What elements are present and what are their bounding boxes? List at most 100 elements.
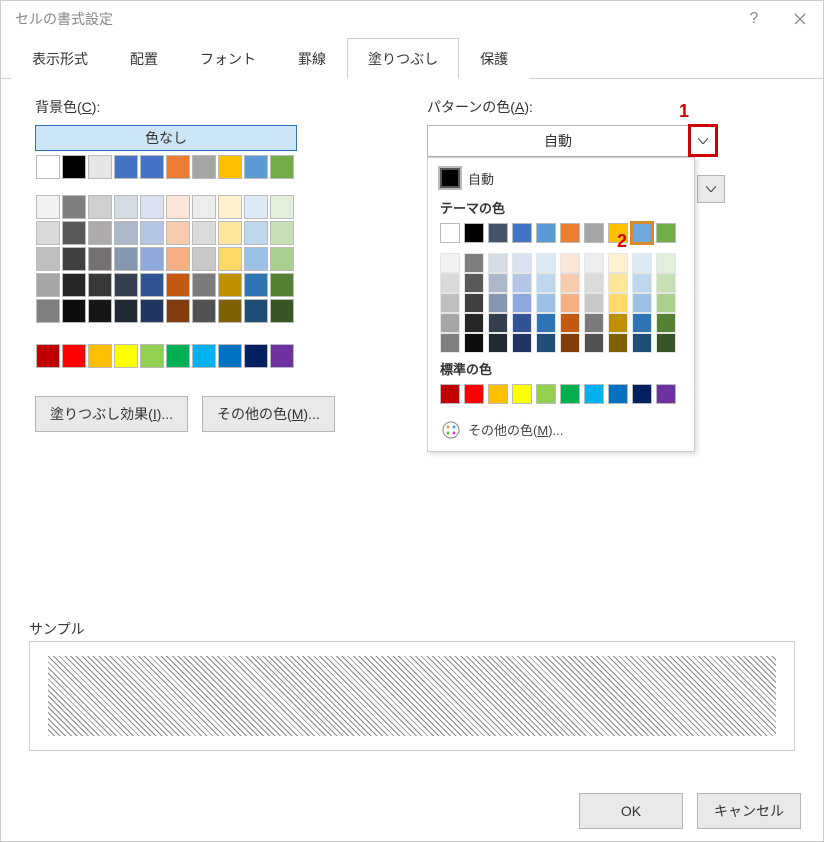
standard-color-swatch[interactable] (140, 344, 164, 368)
color-swatch[interactable] (244, 155, 268, 179)
color-swatch[interactable] (244, 247, 268, 271)
standard-color-swatch[interactable] (608, 384, 628, 404)
theme-tint-swatch[interactable] (584, 333, 604, 353)
color-swatch[interactable] (244, 273, 268, 297)
theme-tint-swatch[interactable] (560, 293, 580, 313)
color-swatch[interactable] (270, 247, 294, 271)
tab-font[interactable]: フォント (179, 38, 277, 79)
color-swatch[interactable] (192, 155, 216, 179)
color-swatch[interactable] (36, 221, 60, 245)
theme-tint-swatch[interactable] (560, 273, 580, 293)
theme-tint-swatch[interactable] (440, 253, 460, 273)
theme-color-swatch[interactable] (488, 223, 508, 243)
pattern-style-dropdown-button[interactable] (697, 175, 725, 203)
theme-tint-swatch[interactable] (488, 333, 508, 353)
color-swatch[interactable] (140, 195, 164, 219)
tab-border[interactable]: 罫線 (277, 38, 347, 79)
theme-tint-swatch[interactable] (512, 253, 532, 273)
standard-color-swatch[interactable] (114, 344, 138, 368)
theme-tint-swatch[interactable] (584, 313, 604, 333)
standard-color-swatch[interactable] (36, 344, 60, 368)
color-swatch[interactable] (244, 195, 268, 219)
color-swatch[interactable] (140, 247, 164, 271)
theme-tint-swatch[interactable] (632, 313, 652, 333)
theme-tint-swatch[interactable] (464, 273, 484, 293)
color-swatch[interactable] (62, 273, 86, 297)
tab-display[interactable]: 表示形式 (11, 38, 109, 79)
color-swatch[interactable] (218, 195, 242, 219)
theme-tint-swatch[interactable] (584, 293, 604, 313)
theme-color-swatch[interactable] (656, 223, 676, 243)
color-swatch[interactable] (270, 195, 294, 219)
standard-color-swatch[interactable] (512, 384, 532, 404)
theme-tint-swatch[interactable] (656, 253, 676, 273)
color-swatch[interactable] (36, 299, 60, 323)
standard-color-swatch[interactable] (440, 384, 460, 404)
theme-tint-swatch[interactable] (584, 253, 604, 273)
theme-tint-swatch[interactable] (632, 273, 652, 293)
theme-tint-swatch[interactable] (632, 293, 652, 313)
color-swatch[interactable] (244, 221, 268, 245)
theme-tint-swatch[interactable] (464, 293, 484, 313)
standard-color-swatch[interactable] (192, 344, 216, 368)
automatic-color-option[interactable]: 自動 (440, 168, 682, 188)
color-swatch[interactable] (140, 221, 164, 245)
color-swatch[interactable] (114, 299, 138, 323)
theme-tint-swatch[interactable] (512, 293, 532, 313)
theme-color-swatch[interactable] (608, 223, 628, 243)
theme-tint-swatch[interactable] (560, 253, 580, 273)
theme-color-swatch[interactable] (464, 223, 484, 243)
more-colors-button[interactable]: その他の色(M)... (202, 396, 335, 432)
theme-tint-swatch[interactable] (440, 333, 460, 353)
theme-tint-swatch[interactable] (512, 333, 532, 353)
pattern-color-dropdown-button[interactable] (688, 126, 716, 156)
pattern-color-select[interactable]: 自動 (427, 125, 717, 157)
theme-tint-swatch[interactable] (608, 293, 628, 313)
theme-tint-swatch[interactable] (512, 273, 532, 293)
standard-color-swatch[interactable] (656, 384, 676, 404)
color-swatch[interactable] (62, 155, 86, 179)
theme-tint-swatch[interactable] (656, 313, 676, 333)
color-swatch[interactable] (244, 299, 268, 323)
color-swatch[interactable] (36, 195, 60, 219)
color-swatch[interactable] (140, 273, 164, 297)
color-swatch[interactable] (62, 221, 86, 245)
theme-color-swatch[interactable] (440, 223, 460, 243)
theme-color-swatch[interactable] (512, 223, 532, 243)
color-swatch[interactable] (88, 247, 112, 271)
color-swatch[interactable] (114, 155, 138, 179)
theme-tint-swatch[interactable] (488, 313, 508, 333)
theme-tint-swatch[interactable] (536, 273, 556, 293)
color-swatch[interactable] (192, 221, 216, 245)
color-swatch[interactable] (140, 155, 164, 179)
theme-tint-swatch[interactable] (488, 293, 508, 313)
theme-color-swatch[interactable] (560, 223, 580, 243)
tab-alignment[interactable]: 配置 (109, 38, 179, 79)
theme-tint-swatch[interactable] (464, 313, 484, 333)
standard-color-swatch[interactable] (536, 384, 556, 404)
theme-tint-swatch[interactable] (656, 273, 676, 293)
theme-tint-swatch[interactable] (440, 293, 460, 313)
theme-tint-swatch[interactable] (488, 253, 508, 273)
standard-color-swatch[interactable] (166, 344, 190, 368)
color-swatch[interactable] (88, 221, 112, 245)
tab-protection[interactable]: 保護 (459, 38, 529, 79)
theme-tint-swatch[interactable] (560, 333, 580, 353)
theme-tint-swatch[interactable] (464, 253, 484, 273)
color-swatch[interactable] (270, 155, 294, 179)
color-swatch[interactable] (36, 155, 60, 179)
color-swatch[interactable] (88, 299, 112, 323)
standard-color-swatch[interactable] (62, 344, 86, 368)
theme-tint-swatch[interactable] (536, 253, 556, 273)
theme-tint-swatch[interactable] (536, 293, 556, 313)
standard-color-swatch[interactable] (464, 384, 484, 404)
theme-tint-swatch[interactable] (464, 333, 484, 353)
theme-tint-swatch[interactable] (608, 253, 628, 273)
theme-tint-swatch[interactable] (536, 333, 556, 353)
color-swatch[interactable] (218, 247, 242, 271)
theme-tint-swatch[interactable] (608, 313, 628, 333)
color-swatch[interactable] (62, 299, 86, 323)
ok-button[interactable]: OK (579, 793, 683, 829)
standard-color-swatch[interactable] (632, 384, 652, 404)
standard-color-swatch[interactable] (244, 344, 268, 368)
